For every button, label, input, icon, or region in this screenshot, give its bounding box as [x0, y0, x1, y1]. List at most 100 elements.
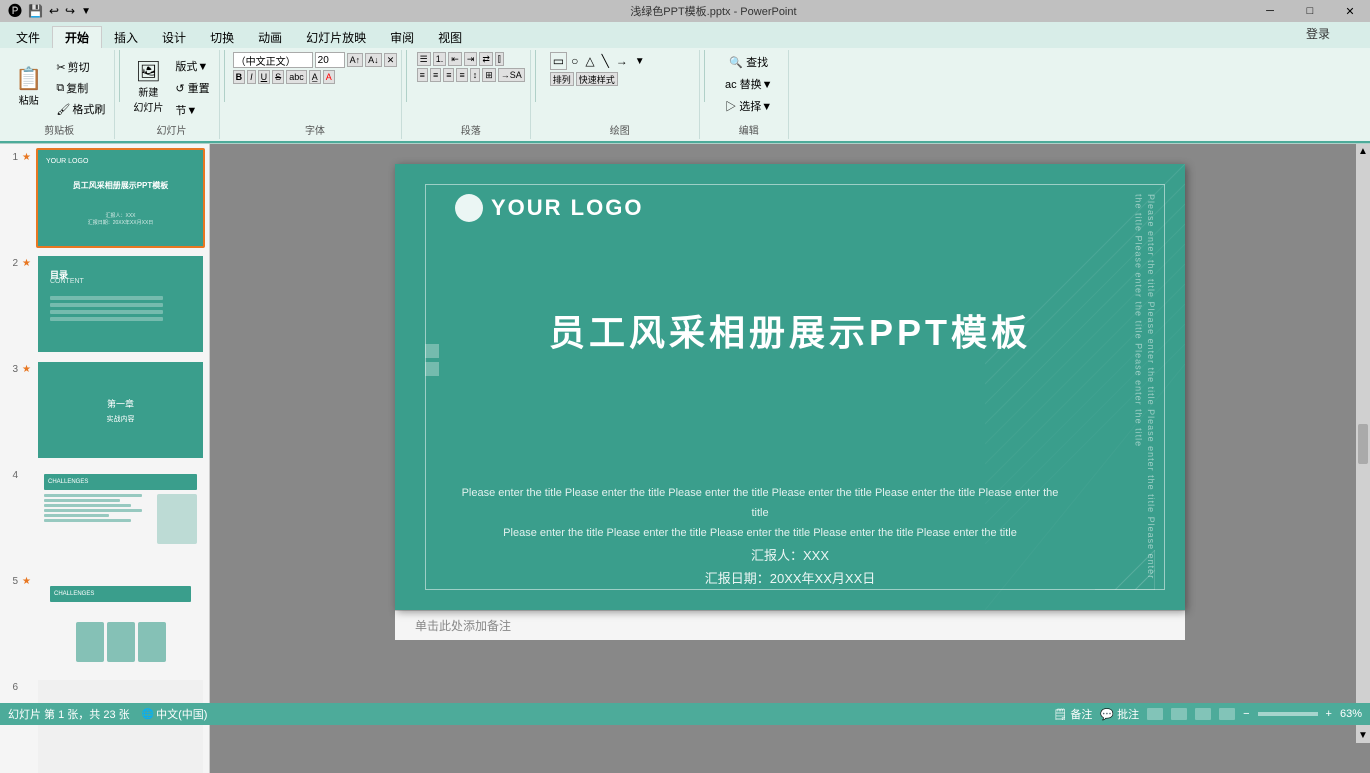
font-increase-button[interactable]: A↑ — [347, 53, 364, 67]
new-slide-button[interactable]: 🖼 新建 幻灯片 — [128, 56, 168, 117]
list-button[interactable]: ☰ — [417, 52, 431, 66]
canvas-scrollbar[interactable]: ▲ ▼ — [1356, 144, 1370, 743]
shape-more[interactable]: ▼ — [632, 54, 648, 69]
shape-arrow[interactable]: → — [613, 52, 631, 70]
align-justify-button[interactable]: ≡ — [456, 68, 467, 82]
section-button[interactable]: 节▼ — [170, 100, 214, 120]
underline-button[interactable]: U — [258, 70, 271, 84]
arrange-button[interactable]: 排列 — [550, 72, 574, 86]
tab-home[interactable]: 开始 — [52, 26, 102, 48]
login-button[interactable]: 登录 — [1306, 25, 1330, 42]
slide-thumb-1[interactable]: YOUR LOGO 员工风采相册展示PPT模板 汇报人：XXX汇报日期：20XX… — [36, 148, 205, 248]
select-button[interactable]: ▷ 选择▼ — [720, 96, 777, 116]
slide-thumb-6[interactable] — [36, 678, 205, 773]
char-spacing-button[interactable]: A̲ — [309, 70, 321, 84]
notes-icon-status[interactable]: 🗒 备注 — [1053, 706, 1092, 722]
slide-item-3[interactable]: 3 ★ 第一章 实战内容 — [4, 360, 205, 460]
slide-logo: YOUR LOGO — [455, 194, 643, 222]
font-name-input[interactable] — [233, 52, 313, 68]
sep3 — [406, 50, 407, 102]
view-normal-icon[interactable] — [1147, 708, 1163, 720]
align-left-button[interactable]: ≡ — [417, 68, 428, 82]
tab-slideshow[interactable]: 幻灯片放映 — [294, 26, 378, 48]
tab-review[interactable]: 审阅 — [378, 26, 426, 48]
font-decrease-button[interactable]: A↓ — [365, 53, 382, 67]
slide-thumb-4[interactable]: CHALLENGES — [36, 466, 205, 566]
scroll-thumb[interactable] — [1358, 424, 1368, 464]
view-slideshow-icon[interactable] — [1219, 708, 1235, 720]
notes-area[interactable]: 单击此处添加备注 — [395, 610, 1185, 640]
view-reading-icon[interactable] — [1195, 708, 1211, 720]
slide-thumb-3[interactable]: 第一章 实战内容 — [36, 360, 205, 460]
slide-star-6 — [22, 678, 32, 682]
bold-button[interactable]: B — [233, 70, 246, 84]
zoom-in-button[interactable]: + — [1326, 708, 1332, 720]
minimize-button[interactable]: ─ — [1250, 2, 1290, 20]
slide-item-4[interactable]: 4 CHALLENGES — [4, 466, 205, 566]
layout-button[interactable]: 版式▼ — [170, 56, 214, 76]
line-spacing-button[interactable]: ↕ — [470, 68, 481, 82]
tab-insert[interactable]: 插入 — [102, 26, 150, 48]
copy-button[interactable]: ⧉复制 — [51, 78, 110, 98]
tab-animations[interactable]: 动画 — [246, 26, 294, 48]
italic-button[interactable]: I — [247, 70, 256, 84]
text-direction-button[interactable]: ⊞ — [482, 68, 496, 82]
find-button[interactable]: 🔍 查找 — [724, 52, 773, 72]
sep1 — [119, 50, 120, 102]
clear-format-button[interactable]: ✕ — [384, 53, 398, 67]
view-sorter-icon[interactable] — [1171, 708, 1187, 720]
replace-button[interactable]: ac 替换▼ — [720, 74, 778, 94]
undo-icon[interactable]: ↩ — [49, 4, 59, 18]
indent-decrease-button[interactable]: ⇤ — [448, 52, 462, 66]
paste-button[interactable]: 📋 粘贴 — [8, 63, 49, 110]
title-bar-left: 🅟 💾 ↩ ↪ ▼ — [8, 1, 91, 21]
format-painter-button[interactable]: 🖌格式刷 — [51, 99, 110, 119]
subtitle-line2: Please enter the title Please enter the … — [503, 527, 1017, 539]
align-center-button[interactable]: ≡ — [430, 68, 441, 82]
slide-number-4: 4 — [4, 466, 18, 481]
zoom-out-button[interactable]: − — [1243, 708, 1249, 720]
reset-button[interactable]: ↺ 重置 — [170, 78, 214, 98]
tab-transitions[interactable]: 切换 — [198, 26, 246, 48]
slide-thumb-5[interactable]: CHALLENGES — [36, 572, 205, 672]
zoom-slider[interactable] — [1258, 712, 1318, 716]
slide-item-5[interactable]: 5 ★ CHALLENGES — [4, 572, 205, 672]
comments-icon-status[interactable]: 💬 批注 — [1100, 706, 1139, 722]
redo-icon[interactable]: ↪ — [65, 4, 75, 18]
slide-item-1[interactable]: 1 ★ YOUR LOGO 员工风采相册展示PPT模板 汇报人：XXX汇报日期：… — [4, 148, 205, 248]
tab-design[interactable]: 设计 — [150, 26, 198, 48]
slide-thumb-2[interactable]: 目录 CONTENT — [36, 254, 205, 354]
maximize-button[interactable]: □ — [1290, 2, 1330, 20]
quick-styles-button[interactable]: 快速样式 — [576, 72, 618, 86]
indent-increase-button[interactable]: ⇥ — [464, 52, 478, 66]
font-size-input[interactable] — [315, 52, 345, 68]
rtl-button[interactable]: ⇄ — [479, 52, 493, 66]
slide-subtitle[interactable]: Please enter the title Please enter the … — [455, 484, 1065, 543]
num-list-button[interactable]: 1. — [433, 52, 447, 66]
strikethrough-button[interactable]: S — [272, 70, 284, 84]
slide-item-2[interactable]: 2 ★ 目录 CONTENT — [4, 254, 205, 354]
shape-circle[interactable]: ○ — [568, 52, 581, 70]
scroll-up-arrow[interactable]: ▲ — [1358, 146, 1368, 157]
cut-button[interactable]: ✂剪切 — [51, 57, 110, 77]
drawing-label: 绘图 — [610, 122, 630, 137]
shape-line[interactable]: ╲ — [599, 52, 612, 70]
slide-item-6[interactable]: 6 — [4, 678, 205, 773]
customize-icon[interactable]: ▼ — [81, 6, 91, 17]
slide-reporter[interactable]: 汇报人：XXX 汇报日期：20XX年XX月XX日 — [395, 544, 1185, 591]
tab-file[interactable]: 文件 — [4, 26, 52, 48]
close-button[interactable]: ✕ — [1330, 2, 1370, 20]
font-color-button[interactable]: A — [323, 70, 335, 84]
text-shadow-button[interactable]: abc — [286, 70, 307, 84]
shape-triangle[interactable]: △ — [582, 52, 597, 70]
scroll-down-arrow[interactable]: ▼ — [1358, 730, 1368, 741]
slide-main-title[interactable]: 员工风采相册展示PPT模板 — [395, 304, 1185, 356]
quick-save-icon[interactable]: 💾 — [28, 4, 43, 18]
smartart-button[interactable]: →SA — [498, 68, 525, 82]
font-style-row: B I U S abc A̲ A — [233, 70, 335, 84]
win-controls[interactable]: ─ □ ✕ — [1250, 2, 1370, 20]
columns-button[interactable]: ⫿ — [495, 52, 504, 66]
align-right-button[interactable]: ≡ — [443, 68, 454, 82]
tab-view[interactable]: 视图 — [426, 26, 474, 48]
shape-rect[interactable]: ▭ — [550, 52, 567, 70]
